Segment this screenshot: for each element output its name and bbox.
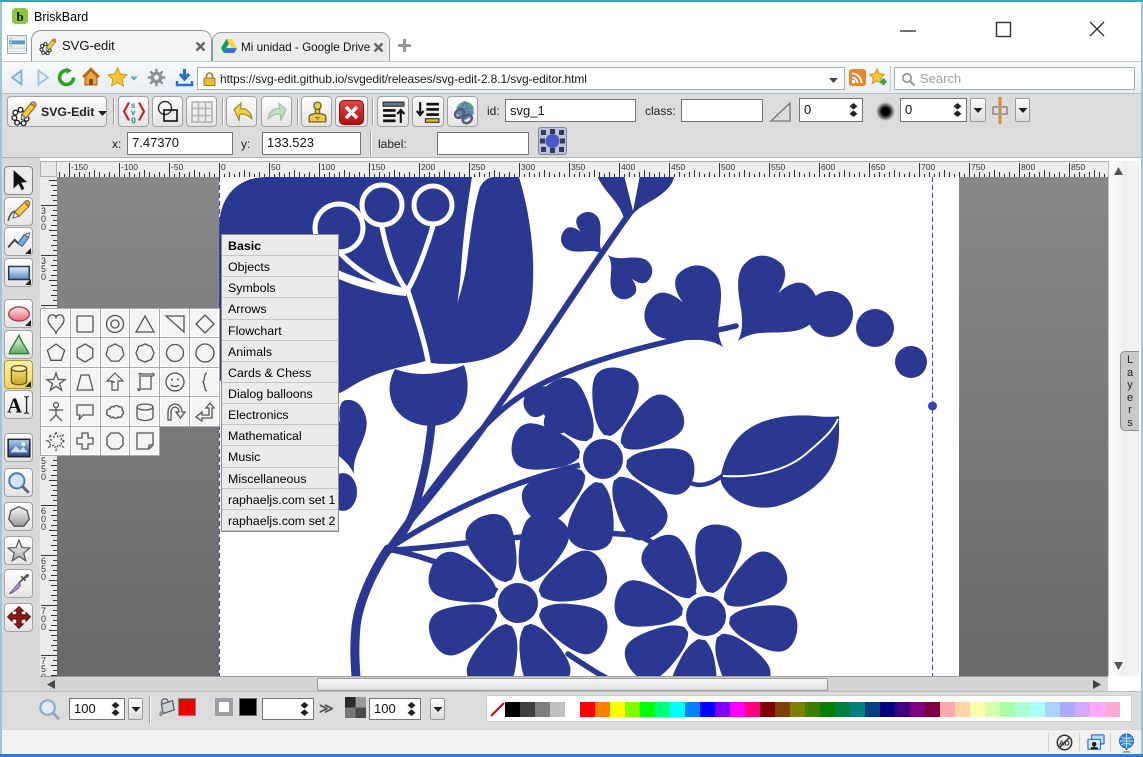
svg-text:g: g (131, 115, 136, 124)
svg-text:0: 0 (41, 472, 46, 482)
svg-text:0: 0 (221, 162, 226, 172)
svg-text:-100: -100 (121, 162, 138, 172)
svg-text:350: 350 (571, 162, 585, 172)
svg-text:-150: -150 (71, 162, 88, 172)
svg-text:700: 700 (921, 162, 935, 172)
svg-text:150: 150 (371, 162, 385, 172)
svg-text:0: 0 (41, 572, 46, 582)
svg-text:450: 450 (671, 162, 685, 172)
svg-text:0: 0 (41, 272, 46, 282)
svg-text:0: 0 (41, 222, 46, 232)
svg-text:0: 0 (41, 522, 46, 532)
svg-text:50: 50 (271, 162, 281, 172)
svg-text:200: 200 (421, 162, 435, 172)
svg-text:100: 100 (321, 162, 335, 172)
svg-text:850: 850 (1071, 162, 1085, 172)
svg-text:300: 300 (521, 162, 535, 172)
svg-text:250: 250 (471, 162, 485, 172)
svg-text:500: 500 (721, 162, 735, 172)
svg-text:550: 550 (771, 162, 785, 172)
svg-text:A: A (7, 395, 22, 417)
svg-text:800: 800 (1021, 162, 1035, 172)
svg-text:400: 400 (621, 162, 635, 172)
svg-text:b: b (17, 9, 24, 24)
svg-text:600: 600 (821, 162, 835, 172)
svg-text:-50: -50 (171, 162, 184, 172)
svg-text:750: 750 (971, 162, 985, 172)
svg-text:0: 0 (41, 622, 46, 632)
svg-text:650: 650 (871, 162, 885, 172)
